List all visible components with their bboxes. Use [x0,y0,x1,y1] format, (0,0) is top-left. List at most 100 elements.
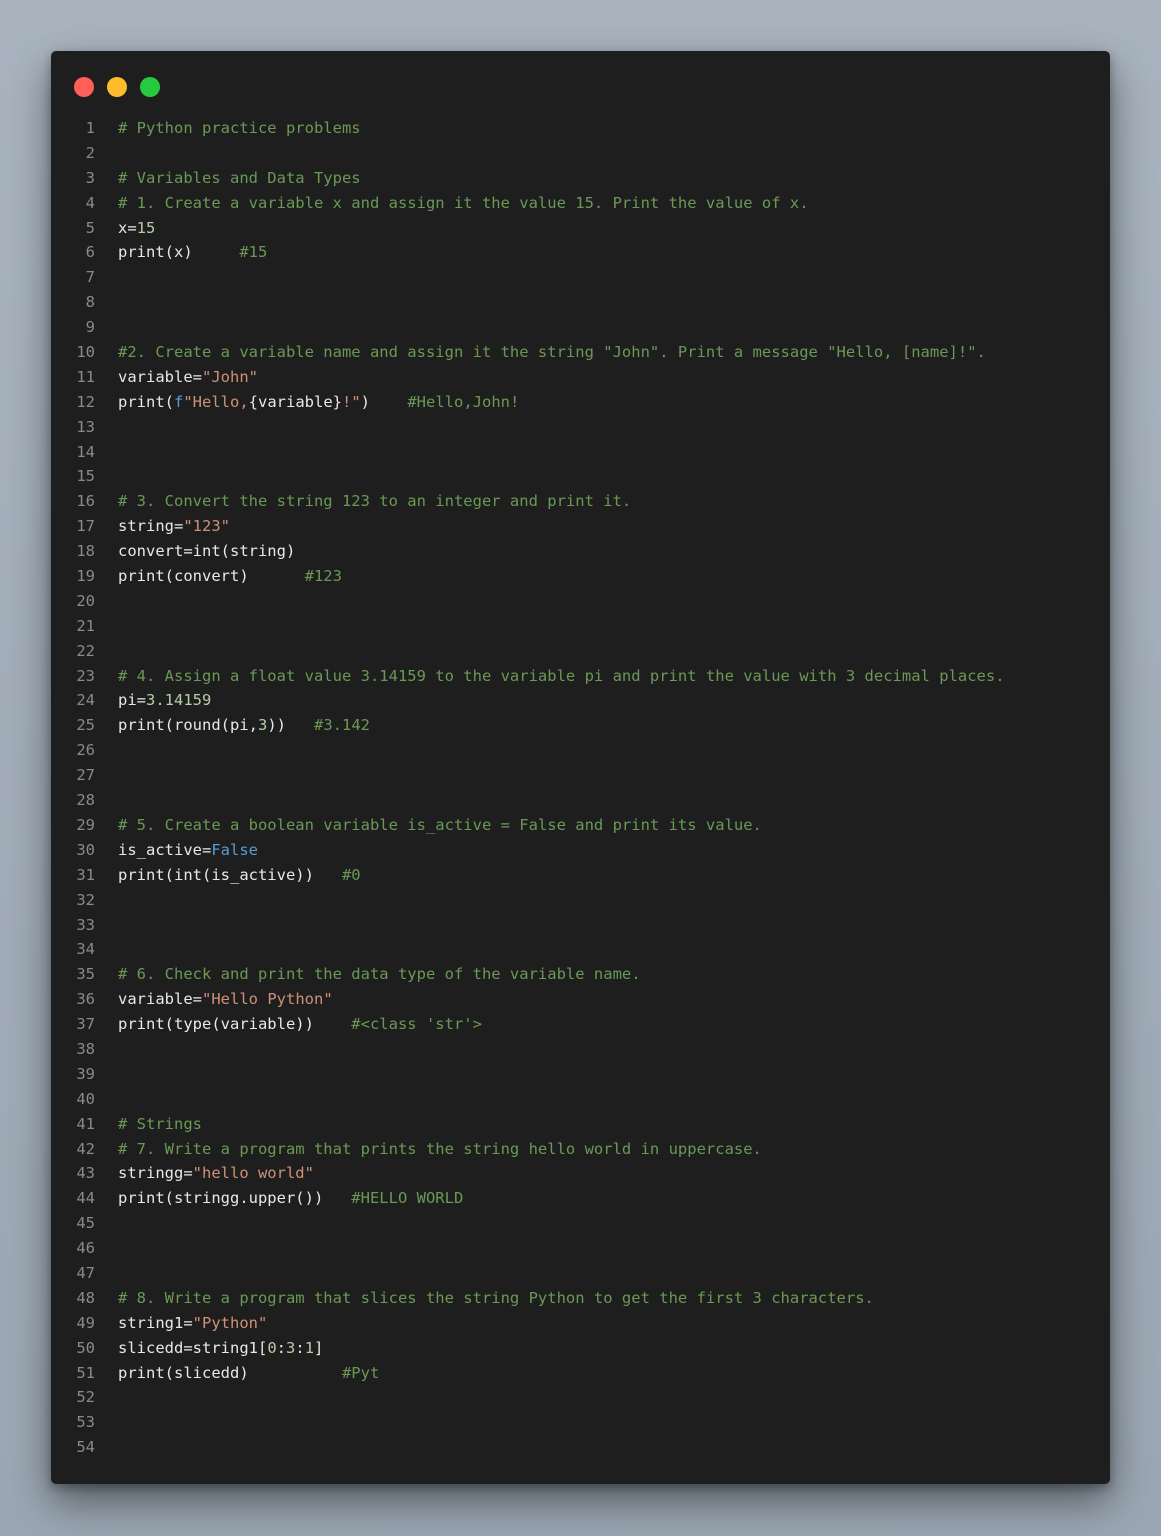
line-number: 11 [76,367,95,386]
line-number: 23 [76,666,95,685]
code-token-plain: slicedd=string1[ [118,1338,268,1357]
code-token-comment: #123 [304,567,342,586]
code-token-plain: x= [118,218,137,237]
line-source: # 1. Create a variable x and assign it t… [118,191,809,216]
code-token-string: "hello world" [192,1164,314,1183]
code-token-comment: # 1. Create a variable x and assign it t… [118,193,809,212]
code-token-plain: print( [118,392,174,411]
line-source: print(type(variable)) #<class 'str'> [118,1012,482,1037]
line-number: 21 [76,616,95,635]
code-token-plain: string1= [118,1313,193,1332]
line-source: print(int(is_active)) #0 [118,863,361,888]
line-source: # 7. Write a program that prints the str… [118,1137,762,1162]
code-token-number: 1 [304,1338,315,1357]
line-number: 28 [76,791,95,810]
line-number: 9 [85,318,95,337]
code-token-keyword: f [174,392,184,411]
code-token-string: "Hello, [183,392,249,411]
code-token-comment: # 7. Write a program that prints the str… [118,1139,762,1158]
code-token-comment: # Variables and Data Types [118,168,361,187]
code-token-plain: variable= [118,367,202,386]
line-number: 20 [76,591,95,610]
line-number: 25 [76,716,95,735]
code-token-number: 3.14159 [146,691,212,710]
code-token-plain: {variable} [248,392,342,411]
code-token-comment: # 5. Create a boolean variable is_active… [118,815,762,834]
code-token-plain: )) [267,716,314,735]
code-token-comment: #Hello,John! [407,392,520,411]
code-token-comment: # Strings [118,1114,202,1133]
line-number: 13 [76,417,95,436]
line-number: 38 [76,1039,95,1058]
line-source: is_active=False [118,838,258,863]
code-token-plain: variable= [118,990,202,1009]
line-source: print(slicedd) #Pyt [118,1361,379,1386]
line-number: 19 [76,567,95,586]
line-number: 24 [76,691,95,710]
line-number: 1 [85,119,95,137]
code-token-number: 3 [286,1338,296,1357]
line-source: string="123" [118,514,230,539]
code-token-plain: stringg= [118,1164,193,1183]
line-number: 26 [76,741,95,760]
line-source: # Strings [118,1112,202,1137]
line-source: # 6. Check and print the data type of th… [118,962,641,987]
code-token-comment: #0 [341,865,361,884]
line-source: stringg="hello world" [118,1161,314,1186]
line-source: # 3. Convert the string 123 to an intege… [118,489,631,514]
line-source: convert=int(string) [118,539,295,564]
code-token-plain: print(int(is_active)) [118,865,342,884]
line-number: 14 [76,442,95,461]
line-number: 41 [76,1114,95,1133]
line-source: variable="Hello Python" [118,987,333,1012]
code-token-comment: #HELLO WORLD [351,1189,464,1208]
line-number: 36 [76,990,95,1009]
line-number: 34 [76,940,95,959]
line-number: 5 [85,218,95,237]
code-token-plain: ] [314,1338,324,1357]
line-number: 50 [76,1338,95,1357]
line-number: 48 [76,1288,95,1307]
code-token-number: 15 [136,218,156,237]
line-source: print(stringg.upper()) #HELLO WORLD [118,1186,463,1211]
line-number: 33 [76,915,95,934]
line-number: 10 [76,343,95,362]
line-source: variable="John" [118,365,258,390]
line-source: # 5. Create a boolean variable is_active… [118,813,762,838]
code-token-comment: # 4. Assign a float value 3.14159 to the… [118,666,1005,685]
line-number: 4 [85,193,95,212]
line-number: 7 [85,268,95,287]
line-source: slicedd=string1[0:3:1] [118,1336,323,1361]
line-source: print(x) #15 [118,240,267,265]
line-number: 22 [76,641,95,660]
line-number: 6 [85,243,95,262]
minimize-dot-icon[interactable] [107,77,127,97]
code-token-comment: # 6. Check and print the data type of th… [118,965,641,984]
line-number: 45 [76,1214,95,1233]
code-token-plain: is_active= [118,840,212,859]
close-dot-icon[interactable] [74,77,94,97]
line-number: 54 [76,1438,95,1457]
code-token-plain: print(x) [118,243,240,262]
maximize-dot-icon[interactable] [140,77,160,97]
code-token-comment: # Python practice problems [118,119,361,137]
line-number: 12 [76,392,95,411]
line-number: 16 [76,492,95,511]
code-token-comment: #Pyt [341,1363,380,1382]
line-number: 15 [76,467,95,486]
line-number: 46 [76,1239,95,1258]
code-token-plain: convert=int(string) [118,542,296,561]
code-token-string: "Python" [192,1313,268,1332]
code-token-comment: # 3. Convert the string 123 to an intege… [118,492,632,511]
line-number: 17 [76,517,95,536]
line-number: 29 [76,815,95,834]
code-token-plain: print(round(pi, [118,716,258,735]
line-number: 49 [76,1313,95,1332]
line-source: pi=3.14159 [118,688,211,713]
line-number: 43 [76,1164,95,1183]
code-token-plain: : [295,1338,305,1357]
line-number: 40 [76,1089,95,1108]
code-token-plain: print(stringg.upper()) [118,1189,352,1208]
code-token-comment: #15 [239,243,268,262]
code-token-plain: : [276,1338,286,1357]
